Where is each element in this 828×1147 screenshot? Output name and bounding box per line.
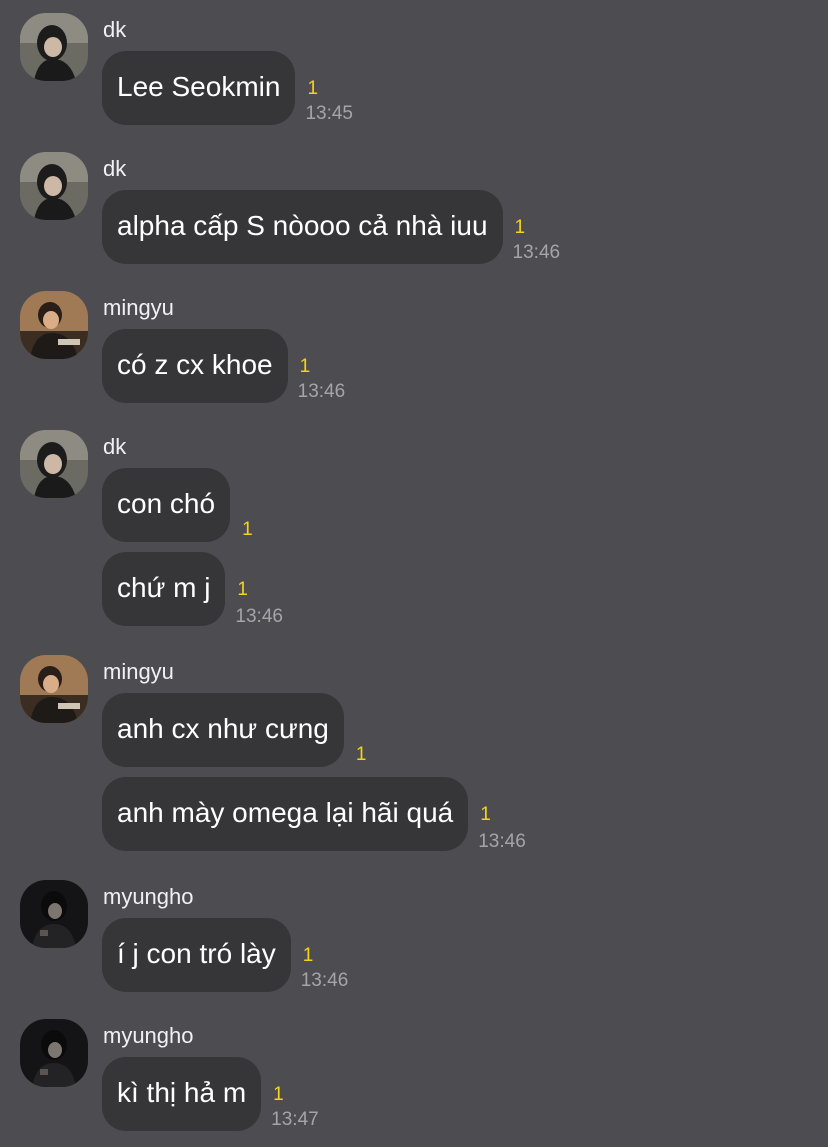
- message-meta: 1: [354, 693, 424, 767]
- profile-photo-icon: [20, 1019, 88, 1087]
- unread-count: 1: [480, 804, 491, 825]
- myungho-avatar[interactable]: [20, 880, 88, 948]
- message-timestamp: 13:47: [271, 1109, 319, 1130]
- message-row: alpha cấp S nòooo cả nhà iuu 1 13:46: [102, 190, 583, 264]
- message-bubble[interactable]: chứ m j: [102, 552, 226, 626]
- sender-name: myungho: [103, 884, 194, 909]
- unread-count: 1: [355, 744, 367, 765]
- message-bubble[interactable]: kì thị hả m: [102, 1057, 262, 1131]
- message-row: kì thị hả m 1 13:47: [102, 1057, 341, 1131]
- message-meta: 1 13:46: [513, 190, 583, 264]
- message-row: có z cx khoe 1 13:46: [102, 329, 368, 403]
- message-row: anh cx như cưng 1: [102, 693, 424, 767]
- message-bubble[interactable]: có z cx khoe: [102, 329, 288, 403]
- chat-message-list[interactable]: dk Lee Seokmin 1 13:45 dk alpha cấp S nò…: [0, 0, 828, 1147]
- dk-avatar[interactable]: [20, 13, 88, 81]
- dk-avatar[interactable]: [20, 152, 88, 220]
- sender-name: dk: [103, 434, 127, 459]
- message-timestamp: 13:46: [478, 831, 526, 852]
- profile-photo-icon: [20, 880, 88, 948]
- message-bubble[interactable]: con chó: [102, 468, 231, 542]
- message-row: anh mày omega lại hãi quá 1 13:46: [102, 777, 548, 853]
- message-timestamp: 13:46: [300, 970, 349, 991]
- dk-avatar[interactable]: [20, 430, 88, 498]
- message-meta: 1 13:46: [235, 552, 305, 628]
- profile-photo-icon: [20, 291, 88, 359]
- message-bubble[interactable]: í j con tró lày: [102, 918, 291, 992]
- message-bubble[interactable]: alpha cấp S nòooo cả nhà iuu: [102, 190, 503, 264]
- message-meta: 1 13:46: [301, 918, 371, 992]
- message-row: í j con tró lày 1 13:46: [102, 918, 371, 992]
- unread-count: 1: [273, 1084, 284, 1105]
- unread-count: 1: [237, 579, 248, 600]
- profile-photo-icon: [20, 430, 88, 498]
- message-timestamp: 13:46: [297, 381, 346, 402]
- message-timestamp: 13:46: [235, 606, 283, 627]
- sender-name: dk: [103, 17, 127, 42]
- message-meta: 1 13:45: [305, 51, 375, 125]
- message-row: chứ m j 1 13:46: [102, 552, 305, 628]
- profile-photo-icon: [20, 13, 88, 81]
- message-bubble[interactable]: Lee Seokmin: [102, 51, 296, 125]
- message-timestamp: 13:46: [512, 242, 561, 263]
- sender-name: myungho: [103, 1023, 194, 1048]
- message-meta: 1 13:46: [478, 777, 548, 853]
- message-bubble[interactable]: anh mày omega lại hãi quá: [102, 777, 469, 851]
- message-timestamp: 13:45: [305, 103, 353, 124]
- profile-photo-icon: [20, 152, 88, 220]
- mingyu-avatar[interactable]: [20, 291, 88, 359]
- message-row: con chó 1: [102, 468, 310, 542]
- sender-name: mingyu: [103, 295, 174, 320]
- unread-count: 1: [299, 356, 311, 377]
- unread-count: 1: [242, 519, 253, 540]
- message-bubble[interactable]: anh cx như cưng: [102, 693, 344, 767]
- message-row: Lee Seokmin 1 13:45: [102, 51, 375, 125]
- message-meta: 1: [240, 468, 310, 542]
- sender-name: mingyu: [103, 659, 174, 684]
- unread-count: 1: [514, 217, 526, 238]
- sender-name: dk: [103, 156, 127, 181]
- myungho-avatar[interactable]: [20, 1019, 88, 1087]
- message-meta: 1 13:46: [298, 329, 368, 403]
- unread-count: 1: [307, 78, 319, 99]
- mingyu-avatar[interactable]: [20, 655, 88, 723]
- profile-photo-icon: [20, 655, 88, 723]
- message-meta: 1 13:47: [271, 1057, 341, 1131]
- unread-count: 1: [302, 945, 314, 966]
